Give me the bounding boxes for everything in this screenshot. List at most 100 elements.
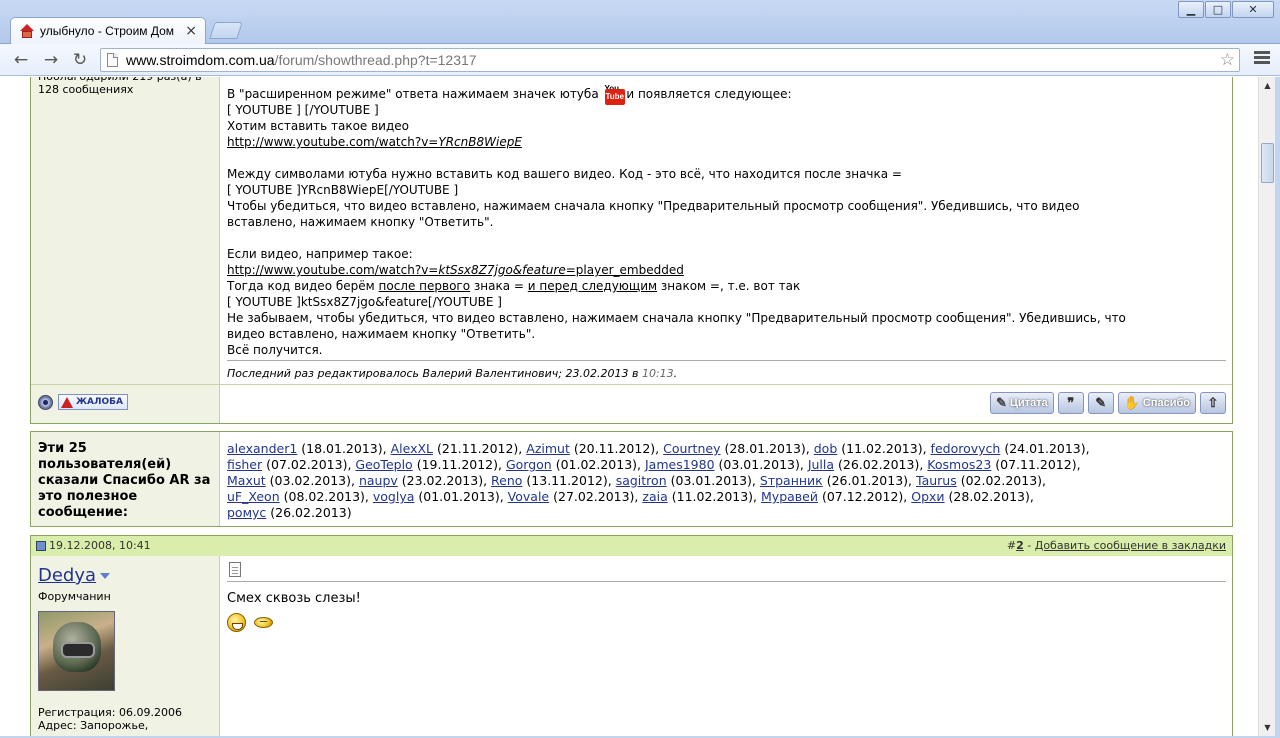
- thanks-date: (20.11.2012),: [573, 441, 660, 456]
- scroll-top-button[interactable]: ⇧: [1200, 392, 1226, 414]
- post-2-header: 19.12.2008, 10:41 #2 - Добавить сообщени…: [30, 535, 1233, 557]
- thanks-date: (18.01.2013),: [301, 441, 387, 456]
- tab-title: улыбнуло - Строим Дом: [40, 24, 175, 38]
- scroll-up-arrow-icon[interactable]: ▲: [1261, 79, 1274, 92]
- close-window-button[interactable]: ✕: [1232, 1, 1274, 18]
- thanks-button[interactable]: ✋ Спасибо: [1117, 392, 1196, 414]
- maximize-button[interactable]: □: [1205, 1, 1231, 18]
- thanks-user-link[interactable]: Gorgon: [506, 457, 552, 472]
- thanks-user-link[interactable]: uF_Xeon: [227, 489, 280, 504]
- thanks-date: (03.01.2013),: [718, 457, 804, 472]
- vertical-scrollbar[interactable]: ▲ ▼: [1258, 77, 1275, 736]
- username-link[interactable]: Dedya: [38, 565, 111, 586]
- warning-icon: [61, 396, 73, 408]
- forward-button[interactable]: →: [40, 49, 62, 71]
- report-button[interactable]: ЖАЛОБА: [58, 394, 128, 410]
- thanks-date: (01.02.2013),: [555, 457, 642, 472]
- youtube-link-1[interactable]: http://www.youtube.com/watch?v=YRcnB8Wie…: [227, 135, 522, 149]
- thanks-user-link[interactable]: AlexXL: [391, 441, 433, 456]
- text-line: знака =: [473, 279, 524, 293]
- thanks-date: (28.01.2013),: [724, 441, 810, 456]
- post-title-divider: [227, 581, 1226, 582]
- post-1-message: В "расширенном режиме" ответа нажимаем з…: [227, 84, 1227, 358]
- tab-close-icon[interactable]: ×: [185, 24, 197, 38]
- bookmark-link[interactable]: Добавить сообщение в закладки: [1035, 539, 1226, 552]
- url-path: /forum/showthread.php?t=12317: [274, 52, 477, 68]
- thanks-user-link[interactable]: ромус: [227, 505, 266, 520]
- text-line: В "расширенном режиме" ответа нажимаем з…: [227, 87, 599, 101]
- scroll-down-arrow-icon[interactable]: ▼: [1261, 721, 1274, 734]
- window-controls: ▁ □ ✕: [1177, 1, 1274, 18]
- user-menu-caret-icon[interactable]: [100, 573, 111, 579]
- thanks-user-link[interactable]: fisher: [227, 457, 262, 472]
- thanks-user-link[interactable]: Maxut: [227, 473, 266, 488]
- browser-toolbar: ← → ↻ www.stroimdom.com.ua/forum/showthr…: [0, 44, 1280, 76]
- text-line: Не забываем, чтобы убедиться, что видео …: [227, 311, 1126, 325]
- thanks-date: (19.11.2012),: [416, 457, 502, 472]
- underlined-text: и перед следующим: [527, 279, 658, 293]
- thanks-user-list: alexander1 (18.01.2013), AlexXL (21.11.2…: [227, 441, 1217, 521]
- thanks-user-link[interactable]: alexander1: [227, 441, 297, 456]
- link-text: http://www.youtube.com/watch?v=: [227, 135, 439, 149]
- thanks-date: (21.11.2012),: [436, 441, 523, 456]
- thanks-user-link[interactable]: Reno: [491, 473, 522, 488]
- text-line: видео вставлено, нажимаем кнопку "Ответи…: [227, 327, 536, 341]
- scrollbar-thumb[interactable]: [1261, 143, 1274, 183]
- post-1: Поблагодарили 219 раз(а) в 128 сообщения…: [30, 77, 1233, 424]
- bookmark-star-icon[interactable]: ☆: [1220, 50, 1235, 70]
- thanks-user-link[interactable]: Taurus: [916, 473, 957, 488]
- thanks-user-link[interactable]: sagitron: [616, 473, 667, 488]
- thanks-label-col: Эти 25 пользователя(ей) сказали Спасибо …: [31, 432, 220, 526]
- header-separator: -: [1023, 539, 1035, 552]
- thanks-user-link[interactable]: fedorovych: [931, 441, 1001, 456]
- post-1-content: В "расширенном режиме" ответа нажимаем з…: [221, 77, 1232, 423]
- browser-tab-active[interactable]: улыбнуло - Строим Дом ×: [10, 17, 206, 44]
- thanks-user-link[interactable]: naupv: [359, 473, 398, 488]
- thanks-date: (08.02.2013),: [283, 489, 369, 504]
- thanks-box: Эти 25 пользователя(ей) сказали Спасибо …: [30, 431, 1233, 527]
- new-tab-button[interactable]: [209, 22, 243, 39]
- youtube-link-2[interactable]: http://www.youtube.com/watch?v=ktSsx8Z7j…: [227, 263, 684, 277]
- thanks-user-link[interactable]: Vovale: [508, 489, 549, 504]
- thanks-user-link[interactable]: dob: [814, 441, 838, 456]
- thanks-user-link[interactable]: Azimut: [526, 441, 570, 456]
- thanks-user-link[interactable]: Муравей: [761, 489, 818, 504]
- browser-titlebar: улыбнуло - Строим Дом × ▁ □ ✕: [0, 0, 1280, 44]
- youtube-icon: YouTube: [604, 84, 626, 105]
- link-text: http://www.youtube.com/watch?v=: [227, 263, 439, 277]
- chrome-menu-icon[interactable]: [1254, 51, 1270, 67]
- post-2-date-area: 19.12.2008, 10:41: [36, 539, 151, 552]
- thanks-date: (13.11.2012),: [526, 473, 612, 488]
- thanks-user-link[interactable]: GeoTeplo: [355, 457, 412, 472]
- window-frame-right: [1275, 77, 1280, 738]
- address-bar[interactable]: www.stroimdom.com.ua/forum/showthread.ph…: [100, 48, 1240, 72]
- house-favicon-icon: [19, 23, 35, 39]
- quote-button[interactable]: ✎ Цитата: [989, 392, 1054, 414]
- avatar[interactable]: [38, 611, 115, 691]
- post-2-content: Смех сквозь слезы!: [221, 556, 1232, 736]
- back-button[interactable]: ←: [10, 49, 32, 71]
- thanks-user-link[interactable]: James1980: [645, 457, 715, 472]
- text-line: вставлено, нажимаем кнопку "Ответить".: [227, 215, 494, 229]
- post-number-link[interactable]: 2: [1016, 539, 1024, 552]
- edited-end: .: [673, 367, 678, 380]
- text-line: Между символами ютуба нужно вставить код…: [227, 167, 902, 181]
- edit-button[interactable]: ✎: [1087, 392, 1114, 414]
- minimize-button[interactable]: ▁: [1178, 1, 1204, 18]
- thanks-date: (27.02.2013),: [553, 489, 639, 504]
- reload-button[interactable]: ↻: [69, 49, 91, 71]
- underlined-text: после первого: [378, 279, 471, 293]
- thanks-user-link[interactable]: Kosmos23: [927, 457, 991, 472]
- thanks-user-link[interactable]: voglya: [373, 489, 415, 504]
- thanks-user-link[interactable]: zaia: [642, 489, 667, 504]
- thanks-user-link[interactable]: Courtney: [663, 441, 720, 456]
- thanks-date: (24.01.2013),: [1004, 441, 1090, 456]
- report-label: ЖАЛОБА: [76, 397, 123, 407]
- multiquote-button[interactable]: ❞: [1057, 392, 1084, 414]
- edited-note: Последний раз редактировалось Валерий Ва…: [227, 367, 677, 380]
- link-text-italic: YRcnB8WiepE: [438, 135, 522, 149]
- thanks-user-link[interactable]: Sтранник: [760, 473, 823, 488]
- thanks-user-link[interactable]: Орхи: [911, 489, 944, 504]
- thanks-user-link[interactable]: Julla: [808, 457, 834, 472]
- thanks-date: (07.11.2012),: [995, 457, 1081, 472]
